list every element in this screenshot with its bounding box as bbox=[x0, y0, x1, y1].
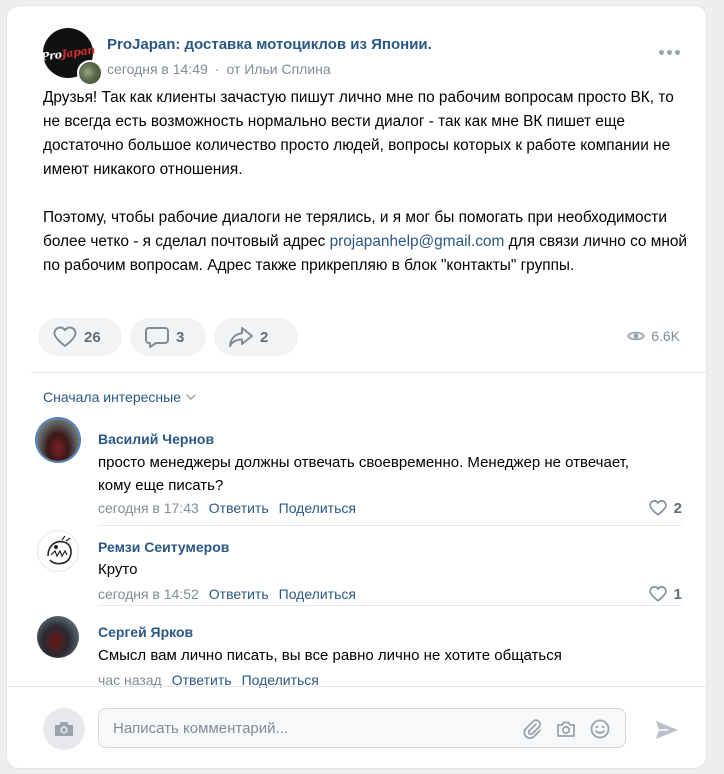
send-button[interactable] bbox=[654, 718, 680, 747]
photo-icon[interactable] bbox=[555, 718, 577, 740]
reply-link[interactable]: Ответить bbox=[209, 586, 269, 602]
comments-sort[interactable]: Сначала интересные bbox=[43, 389, 197, 405]
heart-icon bbox=[648, 500, 667, 516]
eye-icon bbox=[627, 331, 646, 341]
divider bbox=[31, 372, 706, 373]
comment-text: Смысл вам лично писать, вы все равно лич… bbox=[98, 647, 562, 664]
comment-text: Круто bbox=[98, 561, 138, 578]
comment: Василий Чернов просто менеджеры должны о… bbox=[37, 419, 682, 529]
views-count: 6.6K bbox=[651, 328, 680, 344]
paperclip-icon[interactable] bbox=[521, 718, 543, 740]
post-text: Друзья! Так как клиенты зачастую пишут л… bbox=[43, 86, 693, 302]
comment-like-button[interactable]: 1 bbox=[648, 585, 682, 603]
comment-input[interactable] bbox=[113, 709, 503, 747]
author-avatar[interactable] bbox=[77, 60, 103, 86]
like-count: 26 bbox=[84, 328, 101, 346]
post-meta: сегодня в 14:49 · от Ильи Сплина bbox=[107, 61, 331, 77]
comment: Сергей Ярков Смысл вам лично писать, вы … bbox=[37, 616, 682, 688]
avatar[interactable] bbox=[37, 419, 79, 461]
comment-button[interactable]: 3 bbox=[130, 318, 206, 356]
more-dots-icon[interactable] bbox=[659, 50, 680, 55]
like-button[interactable]: 26 bbox=[38, 318, 122, 356]
post-author[interactable]: от Ильи Сплина bbox=[226, 61, 330, 77]
avatar[interactable] bbox=[37, 530, 79, 572]
post-paragraph-2: Поэтому, чтобы рабочие диалоги не теряли… bbox=[43, 209, 688, 274]
camera-button[interactable] bbox=[43, 708, 85, 750]
share-button[interactable]: 2 bbox=[214, 318, 298, 356]
heart-icon bbox=[648, 586, 667, 602]
views-counter: 6.6K bbox=[627, 328, 680, 344]
composer-divider bbox=[7, 686, 706, 687]
comment-divider bbox=[98, 525, 682, 526]
comment-text: просто менеджеры должны отвечать своевре… bbox=[98, 454, 630, 494]
post-card: ProJapan ProJapan: доставка мотоциклов и… bbox=[7, 6, 706, 768]
email-link[interactable]: projapanhelp@gmail.com bbox=[330, 233, 505, 250]
chevron-down-icon bbox=[186, 394, 196, 401]
comment-bubble-icon bbox=[145, 327, 169, 348]
comment-divider bbox=[98, 605, 682, 606]
comment-meta: сегодня в 14:52 Ответить Поделиться bbox=[98, 586, 356, 602]
reply-link[interactable]: Ответить bbox=[209, 500, 269, 516]
avatar[interactable] bbox=[37, 616, 79, 658]
comment-time[interactable]: сегодня в 14:52 bbox=[98, 586, 199, 602]
comment-author[interactable]: Сергей Ярков bbox=[98, 624, 193, 640]
send-icon bbox=[656, 721, 678, 739]
composer-icons bbox=[521, 718, 611, 740]
post-paragraph-1: Друзья! Так как клиенты зачастую пишут л… bbox=[43, 89, 674, 178]
group-avatar[interactable]: ProJapan bbox=[40, 28, 103, 86]
share-count: 2 bbox=[260, 328, 269, 346]
camera-icon bbox=[55, 722, 73, 736]
group-name-link[interactable]: ProJapan: доставка мотоциклов из Японии. bbox=[107, 36, 432, 53]
comment-author[interactable]: Василий Чернов bbox=[98, 431, 214, 447]
post-time[interactable]: сегодня в 14:49 bbox=[107, 61, 208, 77]
comment-time[interactable]: сегодня в 17:43 bbox=[98, 500, 199, 516]
monster-sketch-icon bbox=[47, 535, 72, 565]
smile-icon[interactable] bbox=[589, 718, 611, 740]
comment-like-count: 2 bbox=[673, 499, 682, 517]
share-link[interactable]: Поделиться bbox=[279, 500, 356, 516]
comment-like-button[interactable]: 2 bbox=[648, 499, 682, 517]
comment: Ремзи Сеитумеров Круто сегодня в 14:52 От… bbox=[37, 530, 682, 610]
comment-count: 3 bbox=[176, 328, 185, 346]
comment-like-count: 1 bbox=[673, 585, 682, 603]
share-arrow-icon bbox=[229, 327, 253, 347]
share-link[interactable]: Поделиться bbox=[279, 586, 356, 602]
comment-author[interactable]: Ремзи Сеитумеров bbox=[98, 539, 229, 555]
comment-input-box bbox=[98, 708, 626, 748]
comment-meta: сегодня в 17:43 Ответить Поделиться bbox=[98, 500, 356, 516]
heart-icon bbox=[53, 326, 77, 347]
post-header: ProJapan ProJapan: доставка мотоциклов и… bbox=[40, 28, 706, 88]
post-actions: 26 3 2 6.6K bbox=[38, 318, 682, 356]
